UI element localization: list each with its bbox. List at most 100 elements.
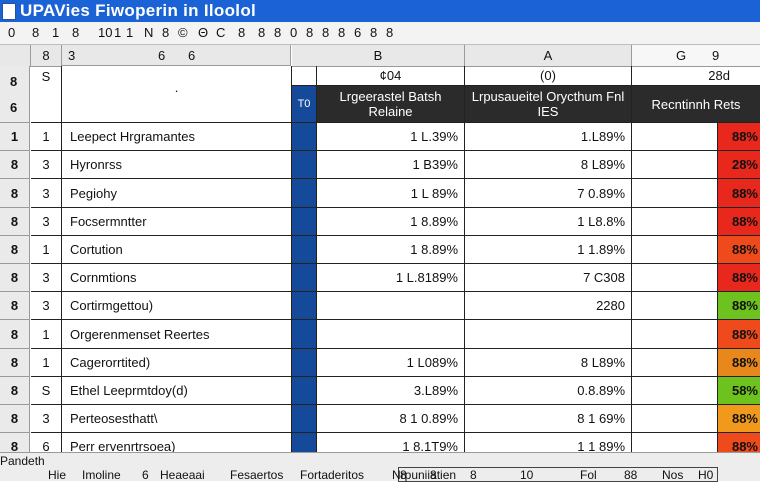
label-cell[interactable]: Ethel Leeprmtdoy(d) bbox=[62, 377, 292, 405]
value-cell-e[interactable]: 1 1.89% bbox=[465, 236, 632, 264]
column-header-gh[interactable]: G 9 bbox=[632, 45, 760, 67]
index-cell[interactable]: 1 bbox=[31, 236, 62, 264]
sheet-tab[interactable]: Imoline bbox=[82, 469, 121, 481]
row-header[interactable]: 8 bbox=[0, 405, 30, 433]
rating-cell[interactable]: 58% bbox=[718, 377, 760, 405]
blue-marker-cell[interactable] bbox=[292, 320, 317, 349]
column-header-f[interactable]: A bbox=[465, 45, 632, 67]
index-cell[interactable]: 3 bbox=[31, 179, 62, 208]
blue-marker-cell[interactable] bbox=[292, 349, 317, 377]
row-header[interactable]: 8 bbox=[0, 179, 30, 208]
value-cell-d[interactable]: 1 8.89% bbox=[317, 236, 465, 264]
label-cell[interactable]: Orgerenmenset Reertes bbox=[62, 320, 292, 349]
row-header[interactable]: 1 bbox=[0, 123, 30, 151]
label-cell[interactable]: Cortution bbox=[62, 236, 292, 264]
toolbar-button[interactable]: 1 bbox=[50, 24, 61, 41]
rating-cell[interactable]: 88% bbox=[718, 236, 760, 264]
row-header[interactable]: 8 bbox=[0, 264, 30, 292]
index-cell[interactable]: 3 bbox=[31, 151, 62, 179]
label-header-cell[interactable]: · bbox=[62, 66, 292, 123]
toolbar-button[interactable]: N bbox=[142, 24, 155, 41]
value-cell-d[interactable]: 3.L89% bbox=[317, 377, 465, 405]
toolbar-button[interactable]: 1 bbox=[112, 24, 123, 41]
index-cell[interactable]: 3 bbox=[31, 405, 62, 433]
blue-marker-cell[interactable] bbox=[292, 208, 317, 236]
toolbar-button[interactable]: Θ bbox=[196, 24, 210, 41]
value-cell-d[interactable]: 8 1 0.89% bbox=[317, 405, 465, 433]
blue-marker-cell[interactable] bbox=[292, 236, 317, 264]
rating-cell[interactable]: 88% bbox=[718, 264, 760, 292]
sheet-tab[interactable]: 10 bbox=[520, 469, 533, 481]
group-header-g[interactable]: 28d bbox=[632, 66, 760, 86]
toolbar-button[interactable]: 1 bbox=[124, 24, 135, 41]
value-cell-d[interactable]: 1 L 89% bbox=[317, 179, 465, 208]
value-cell-e[interactable]: 0.8.89% bbox=[465, 377, 632, 405]
toolbar-button[interactable]: C bbox=[214, 24, 227, 41]
value-cell-d[interactable]: 1 L089% bbox=[317, 349, 465, 377]
toolbar-button[interactable]: 8 bbox=[336, 24, 347, 41]
row-header[interactable]: 8 bbox=[0, 320, 30, 349]
blue-marker-cell[interactable] bbox=[292, 179, 317, 208]
sheet-tab[interactable]: Fesaertos bbox=[230, 469, 283, 481]
rating-cell[interactable]: 88% bbox=[718, 179, 760, 208]
rating-cell[interactable]: 88% bbox=[718, 349, 760, 377]
empty-cell-f[interactable] bbox=[632, 208, 718, 236]
label-cell[interactable]: Perteosesthatt\ bbox=[62, 405, 292, 433]
blue-marker-cell[interactable] bbox=[292, 405, 317, 433]
column-header-a[interactable]: 8 bbox=[31, 45, 62, 67]
group-header-d[interactable]: ¢04 bbox=[317, 66, 465, 86]
empty-cell-f[interactable] bbox=[632, 179, 718, 208]
empty-cell-f[interactable] bbox=[632, 236, 718, 264]
row-header[interactable]: 8 bbox=[0, 151, 30, 179]
toolbar-button[interactable]: 8 bbox=[272, 24, 283, 41]
value-cell-d[interactable] bbox=[317, 320, 465, 349]
column-header-e[interactable]: B bbox=[292, 45, 465, 67]
value-cell-d[interactable]: 1 L.8189% bbox=[317, 264, 465, 292]
empty-cell-f[interactable] bbox=[632, 264, 718, 292]
value-cell-e[interactable] bbox=[465, 320, 632, 349]
value-cell-d[interactable]: 1 L.39% bbox=[317, 123, 465, 151]
index-cell[interactable]: 3 bbox=[31, 264, 62, 292]
value-cell-e[interactable]: 1 L8.8% bbox=[465, 208, 632, 236]
label-cell[interactable]: Hyronrss bbox=[62, 151, 292, 179]
blue-header-cell[interactable]: T0 bbox=[292, 86, 317, 123]
rating-cell[interactable]: 88% bbox=[718, 123, 760, 151]
blue-marker-cell[interactable] bbox=[292, 151, 317, 179]
empty-cell-f[interactable] bbox=[632, 151, 718, 179]
toolbar-button[interactable]: 6 bbox=[352, 24, 363, 41]
toolbar-button[interactable]: 8 bbox=[304, 24, 315, 41]
toolbar-button[interactable]: 8 bbox=[30, 24, 41, 41]
column-header-b[interactable]: 3 6 6 bbox=[62, 45, 291, 66]
row-header[interactable]: 8 bbox=[0, 377, 30, 405]
rating-cell[interactable]: 88% bbox=[718, 320, 760, 349]
toolbar-button[interactable]: 8 bbox=[236, 24, 247, 41]
select-all-corner[interactable] bbox=[0, 45, 31, 67]
row-header[interactable]: 8 bbox=[0, 236, 30, 264]
sheet-tab[interactable]: Nos bbox=[662, 469, 683, 481]
empty-cell-f[interactable] bbox=[632, 123, 718, 151]
empty-cell-f[interactable] bbox=[632, 320, 718, 349]
toolbar-button[interactable]: 8 bbox=[384, 24, 395, 41]
toolbar-button[interactable]: 0 bbox=[6, 24, 17, 41]
sheet-tab[interactable]: 6 bbox=[142, 469, 149, 481]
value-cell-e[interactable]: 8 L89% bbox=[465, 151, 632, 179]
toolbar-button[interactable]: 8 bbox=[256, 24, 267, 41]
value-cell-e[interactable]: 8 1 69% bbox=[465, 405, 632, 433]
index-cell[interactable]: 1 bbox=[31, 123, 62, 151]
value-cell-d[interactable]: 1 8.89% bbox=[317, 208, 465, 236]
title-header-d[interactable]: Lrgeerastel Batsh Relaine bbox=[317, 86, 465, 123]
blue-marker-cell[interactable] bbox=[292, 292, 317, 320]
sheet-tab[interactable]: Fol bbox=[580, 469, 597, 481]
blue-marker-cell[interactable] bbox=[292, 264, 317, 292]
label-cell[interactable]: Pegiohy bbox=[62, 179, 292, 208]
sheet-tab[interactable]: 88 bbox=[624, 469, 637, 481]
empty-cell-f[interactable] bbox=[632, 405, 718, 433]
label-cell[interactable]: Cortirmgettou) bbox=[62, 292, 292, 320]
index-cell[interactable]: 3 bbox=[31, 292, 62, 320]
rating-cell[interactable]: 28% bbox=[718, 151, 760, 179]
group-header-e[interactable]: (0) bbox=[465, 66, 632, 86]
value-cell-d[interactable] bbox=[317, 292, 465, 320]
toolbar-button[interactable]: 8 bbox=[320, 24, 331, 41]
empty-cell-f[interactable] bbox=[632, 292, 718, 320]
value-cell-e[interactable]: 7 0.89% bbox=[465, 179, 632, 208]
